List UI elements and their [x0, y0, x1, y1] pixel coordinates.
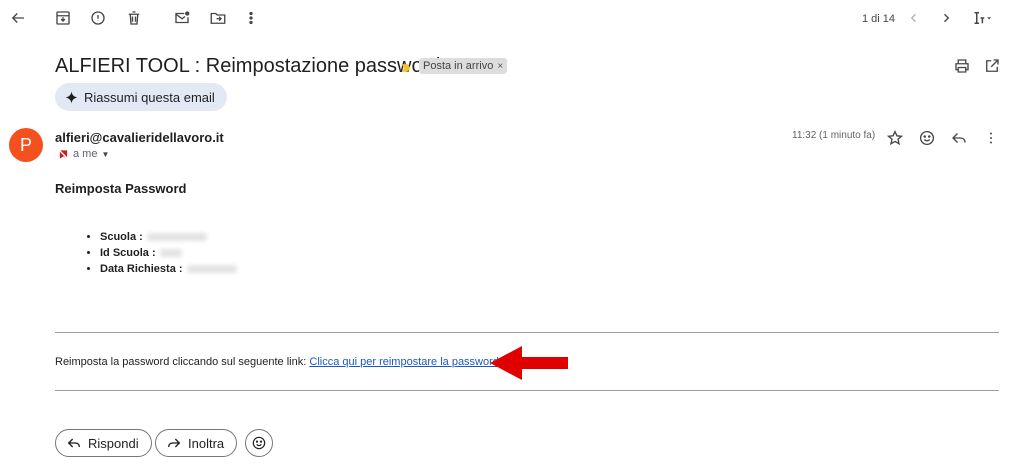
email-subject: ALFIERI TOOL : Reimpostazione password — [55, 55, 441, 77]
redacted-value — [159, 249, 182, 258]
timestamp: 11:32 (1 minuto fa) — [792, 130, 876, 141]
divider — [55, 332, 999, 333]
field-label: Id Scuola : — [100, 247, 156, 259]
list-item: Scuola : — [100, 229, 237, 245]
forward-arrow-icon — [166, 435, 182, 451]
emoji-react-icon[interactable] — [915, 126, 939, 150]
reply-button[interactable]: Rispondi — [55, 429, 152, 457]
summarize-button[interactable]: Riassumi questa email — [55, 83, 227, 111]
redacted-value — [186, 265, 237, 274]
move-to-icon[interactable] — [206, 6, 230, 30]
link-prefix: Reimposta la password cliccando sul segu… — [55, 356, 307, 368]
message-counter: 1 di 14 — [862, 13, 896, 25]
caret-down-icon[interactable]: ▼ — [101, 150, 109, 159]
emoji-reaction-button[interactable] — [245, 429, 273, 457]
important-marker-icon[interactable] — [394, 56, 418, 80]
back-icon[interactable] — [6, 6, 30, 30]
list-item: Data Richiesta : — [100, 261, 237, 277]
more-vert-icon[interactable] — [239, 6, 263, 30]
body-heading: Reimposta Password — [55, 181, 187, 196]
forward-label: Inoltra — [188, 435, 225, 451]
report-spam-icon[interactable] — [86, 6, 110, 30]
label-chip-text: Posta in arrivo — [423, 60, 494, 72]
reply-label: Rispondi — [88, 435, 139, 451]
mark-unread-icon[interactable] — [170, 6, 194, 30]
divider — [55, 390, 999, 391]
summarize-label: Riassumi questa email — [84, 89, 215, 105]
red-arrow-annotation — [488, 344, 570, 387]
remove-label-icon[interactable]: × — [497, 61, 503, 72]
archive-icon[interactable] — [51, 6, 75, 30]
recipient-details[interactable]: a me ▼ — [58, 148, 109, 160]
forward-button[interactable]: Inoltra — [155, 429, 238, 457]
older-chevron-icon[interactable] — [934, 6, 958, 30]
reply-icon[interactable] — [947, 126, 971, 150]
sparkle-icon — [65, 91, 78, 104]
recipient-label: a me — [73, 148, 98, 160]
message-more-icon[interactable] — [979, 126, 1003, 150]
emoji-icon — [251, 435, 267, 451]
star-icon[interactable] — [883, 126, 907, 150]
delete-icon[interactable] — [122, 6, 146, 30]
avatar[interactable]: P — [9, 128, 43, 162]
reset-password-link[interactable]: Clicca qui per reimpostare la password — [309, 356, 499, 368]
sender-email[interactable]: alfieri@cavalieridellavoro.it — [55, 130, 224, 145]
newer-chevron-icon[interactable] — [902, 6, 926, 30]
inbox-label-chip: Posta in arrivo × — [419, 58, 508, 74]
reply-arrow-icon — [66, 435, 82, 451]
open-new-window-icon[interactable] — [980, 54, 1004, 78]
external-sender-icon — [58, 148, 69, 160]
field-label: Data Richiesta : — [100, 263, 183, 275]
field-label: Scuola : — [100, 231, 143, 243]
reset-instructions: Reimposta la password cliccando sul segu… — [55, 356, 499, 368]
print-icon[interactable] — [950, 54, 974, 78]
input-tools-icon[interactable] — [966, 6, 998, 30]
redacted-value — [146, 233, 207, 242]
details-list: Scuola : Id Scuola : Data Richiesta : — [55, 229, 237, 277]
list-item: Id Scuola : — [100, 245, 237, 261]
